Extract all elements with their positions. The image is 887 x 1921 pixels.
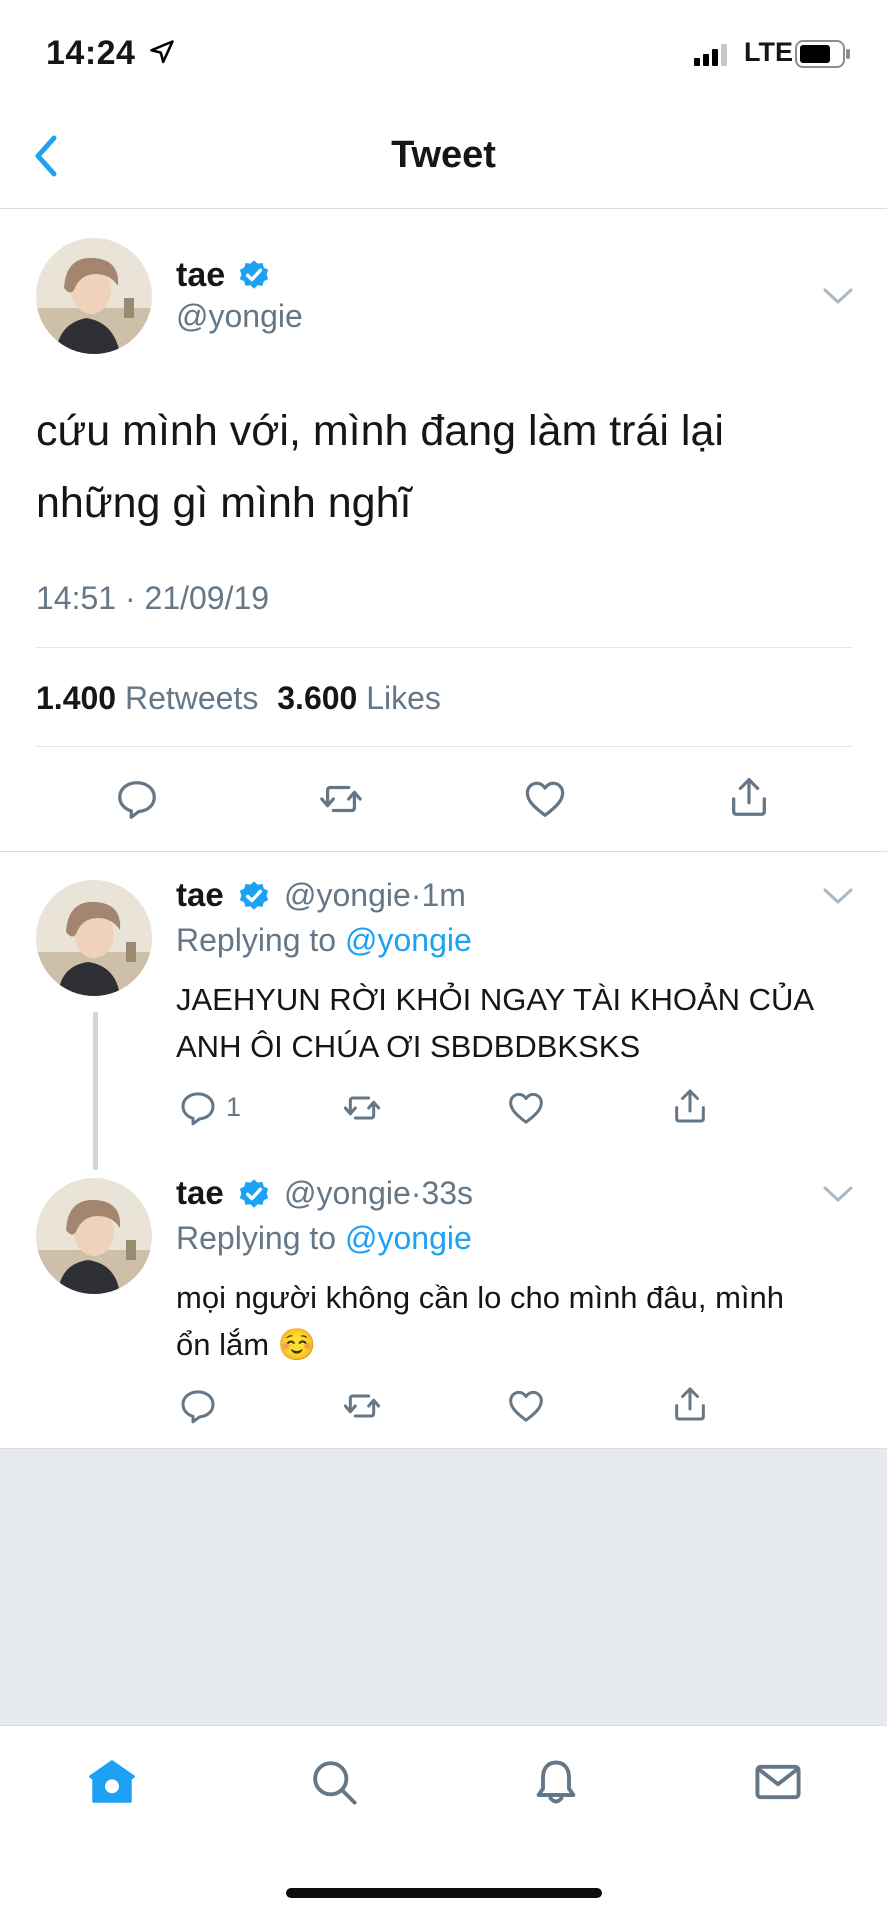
- reply-meta: @yongie·33s: [284, 1175, 473, 1212]
- divider: [36, 647, 852, 648]
- share-icon[interactable]: [670, 1382, 710, 1426]
- verified-badge-icon: [239, 881, 269, 910]
- empty-content-area: [0, 1448, 887, 1726]
- thread-connector: [93, 1012, 98, 1170]
- reply-avatar[interactable]: [36, 1178, 152, 1294]
- reply-icon[interactable]: [178, 1088, 218, 1128]
- tweet-text: cứu mình với, mình đang làm trái lại nhữ…: [36, 407, 724, 527]
- replying-handle-link[interactable]: @yongie: [345, 922, 472, 958]
- reply-icon[interactable]: [114, 776, 160, 822]
- tweet-stats: 1.400 Retweets 3.600 Likes: [36, 680, 441, 717]
- replying-handle-link[interactable]: @yongie: [345, 1220, 472, 1256]
- replying-label: Replying to: [176, 1220, 337, 1256]
- verified-badge-icon: [239, 1179, 269, 1208]
- retweet-icon[interactable]: [340, 1386, 384, 1426]
- reply-meta: @yongie·1m: [284, 877, 466, 914]
- replying-label: Replying to: [176, 922, 337, 958]
- chevron-down-icon[interactable]: [822, 1184, 854, 1204]
- heart-icon[interactable]: [505, 1386, 547, 1426]
- reply-avatar[interactable]: [36, 880, 152, 996]
- reply-header: tae: [176, 876, 224, 914]
- reply-text: JAEHYUN RỜI KHỎI NGAY TÀI KHOẢN CỦA ANH …: [176, 982, 813, 1064]
- chevron-down-icon[interactable]: [822, 286, 854, 306]
- home-indicator[interactable]: [286, 1888, 602, 1898]
- reply-handle[interactable]: @yongie: [284, 877, 411, 913]
- retweet-icon[interactable]: [340, 1088, 384, 1128]
- share-icon[interactable]: [726, 772, 772, 822]
- reply-count: 1: [226, 1092, 242, 1122]
- reply-author-name[interactable]: tae: [176, 1174, 224, 1211]
- avatar[interactable]: [36, 238, 152, 354]
- reply-time: 33s: [421, 1175, 474, 1211]
- share-icon[interactable]: [670, 1084, 710, 1128]
- heart-icon[interactable]: [505, 1088, 547, 1128]
- status-bar: 14:24 LTE: [0, 0, 887, 100]
- location-arrow-icon: [150, 40, 174, 64]
- retweets-label[interactable]: Retweets: [125, 680, 258, 716]
- meta-separator: ·: [410, 877, 422, 913]
- tweet-timestamp: 14:51 · 21/09/19: [36, 580, 270, 616]
- divider: [36, 746, 852, 747]
- status-time: 14:24: [46, 34, 136, 72]
- retweets-count[interactable]: 1.400: [36, 680, 116, 716]
- author-name[interactable]: tae: [176, 256, 225, 295]
- network-type: LTE: [744, 37, 793, 67]
- search-icon[interactable]: [308, 1756, 360, 1808]
- mail-icon[interactable]: [752, 1756, 804, 1808]
- battery-icon: [795, 40, 850, 68]
- reply-handle[interactable]: @yongie: [284, 1175, 411, 1211]
- verified-badge-icon: [239, 260, 269, 289]
- heart-icon[interactable]: [521, 776, 569, 822]
- reply-time: 1m: [421, 877, 466, 913]
- likes-count[interactable]: 3.600: [277, 680, 357, 716]
- likes-label[interactable]: Likes: [366, 680, 441, 716]
- replying-to: Replying to @yongie: [176, 922, 472, 959]
- section-divider: [0, 851, 887, 852]
- reply-header: tae: [176, 1174, 224, 1212]
- reply-text: mọi người không cần lo cho mình đâu, mìn…: [176, 1280, 785, 1362]
- reply-icon[interactable]: [178, 1386, 218, 1426]
- reply-author-name[interactable]: tae: [176, 876, 224, 913]
- signal-icon: [694, 44, 727, 66]
- meta-separator: ·: [410, 1175, 422, 1211]
- chevron-down-icon[interactable]: [822, 886, 854, 906]
- retweet-icon[interactable]: [316, 776, 366, 822]
- page-title: Tweet: [391, 134, 496, 176]
- home-icon[interactable]: [86, 1756, 138, 1808]
- replying-to: Replying to @yongie: [176, 1220, 472, 1257]
- author-handle[interactable]: @yongie: [176, 298, 303, 335]
- bell-icon[interactable]: [530, 1756, 582, 1808]
